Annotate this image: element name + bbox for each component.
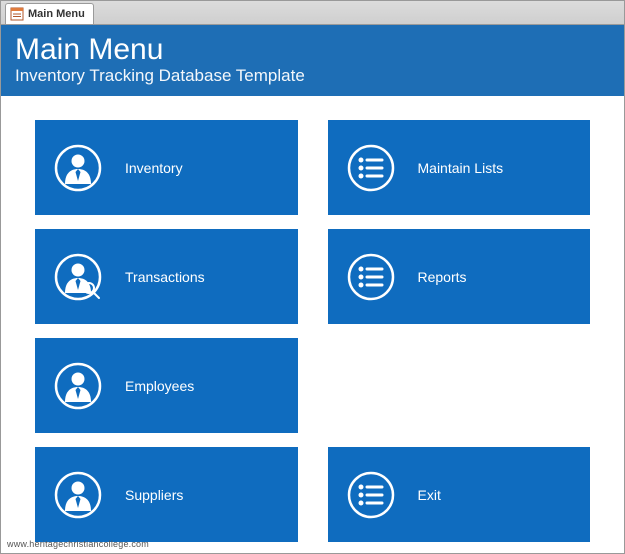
tile-transactions[interactable]: Transactions [35,229,298,324]
tile-maintain-lists[interactable]: Maintain Lists [328,120,591,215]
tile-suppliers[interactable]: Suppliers [35,447,298,542]
tile-label: Reports [418,269,467,285]
tile-inventory[interactable]: Inventory [35,120,298,215]
person-icon [53,470,103,520]
tab-bar: Main Menu [1,1,624,25]
form-icon [10,7,24,21]
watermark: www.heritagechristiancollege.com [7,539,149,549]
tile-label: Exit [418,487,441,503]
right-column: Maintain Lists Reports Exit [328,120,591,553]
page-subtitle: Inventory Tracking Database Template [15,66,610,86]
tile-exit[interactable]: Exit [328,447,591,542]
person-icon [53,361,103,411]
person-icon [53,143,103,193]
page-header: Main Menu Inventory Tracking Database Te… [1,25,624,96]
tile-label: Inventory [125,160,183,176]
tile-label: Maintain Lists [418,160,504,176]
tile-employees[interactable]: Employees [35,338,298,433]
list-icon [346,252,396,302]
left-column: Inventory Transactions Employees Supplie… [35,120,298,553]
list-icon [346,470,396,520]
tab-label: Main Menu [28,8,85,20]
list-icon [346,143,396,193]
window: Main Menu Main Menu Inventory Tracking D… [0,0,625,554]
person-search-icon [53,252,103,302]
tile-reports[interactable]: Reports [328,229,591,324]
tab-main-menu[interactable]: Main Menu [5,3,94,24]
page-title: Main Menu [15,33,610,66]
tile-label: Employees [125,378,194,394]
tile-label: Transactions [125,269,205,285]
main-body: Inventory Transactions Employees Supplie… [1,96,624,553]
tile-label: Suppliers [125,487,183,503]
